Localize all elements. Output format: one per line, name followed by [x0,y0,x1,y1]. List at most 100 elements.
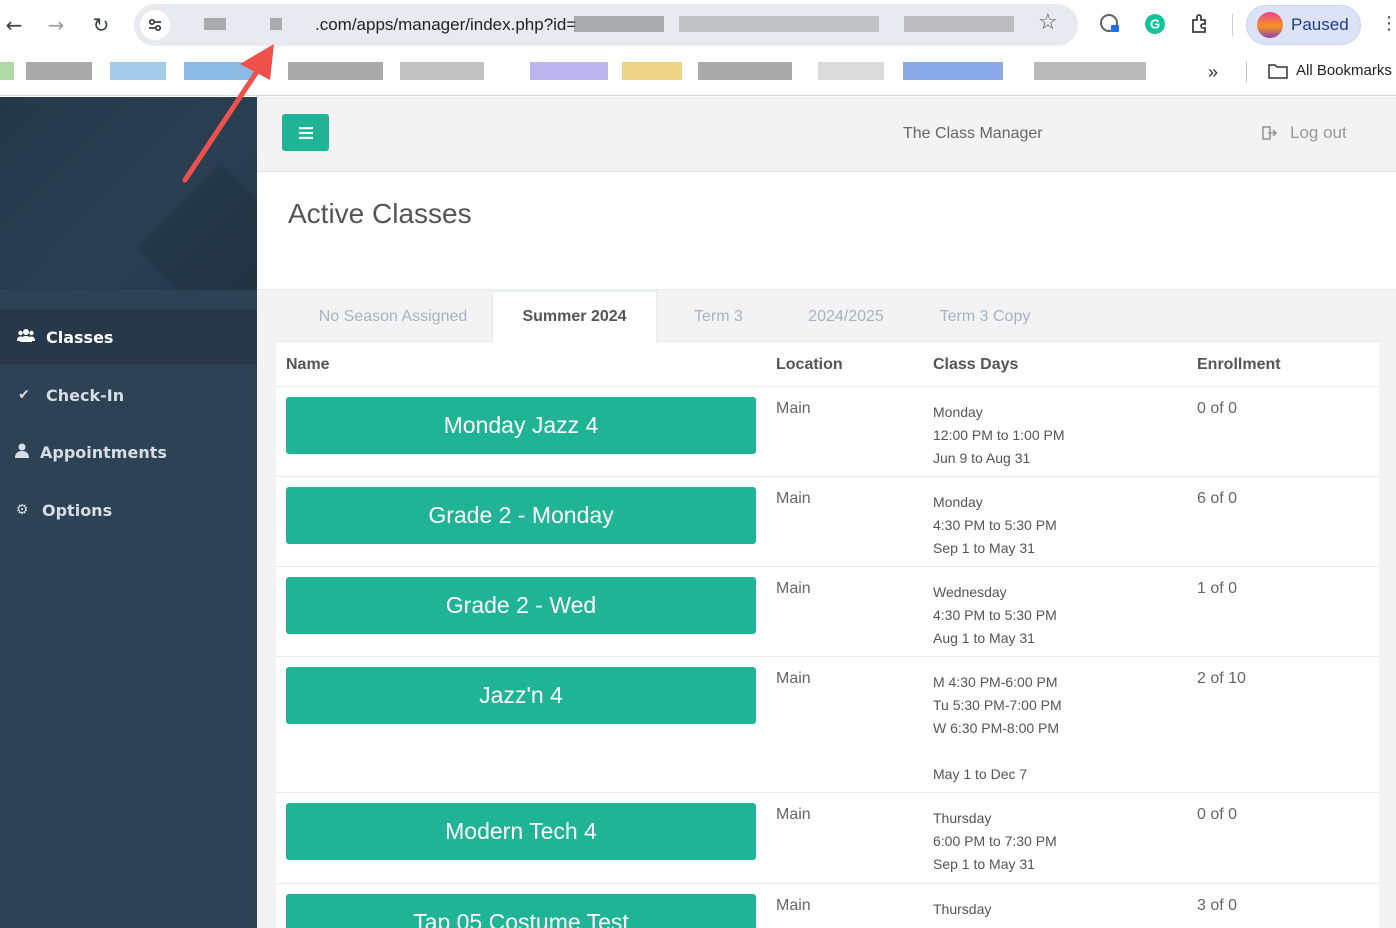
main-content: The Class Manager Log out Active Classes… [257,97,1396,928]
grammarly-icon[interactable]: G [1143,12,1167,36]
sidebar-brand-area [0,97,257,290]
class-days-cell: Monday 12:00 PM to 1:00 PM Jun 9 to Aug … [933,401,1065,470]
logout-label: Log out [1290,123,1347,142]
redacted-url-block [904,16,1014,32]
all-bookmarks-button[interactable]: All Bookmarks [1268,62,1392,79]
class-days-line: Sep 1 to May 31 [933,856,1035,872]
tab-term-3-copy[interactable]: Term 3 Copy [926,291,1044,342]
svg-text:G: G [1150,17,1160,32]
enrollment-cell: 0 of 0 [1197,806,1238,823]
sidebar-item-appointments[interactable]: Appointments [0,424,257,480]
redacted-url-block [270,18,282,30]
hamburger-icon [298,126,313,139]
class-name-button[interactable]: Monday Jazz 4 [286,397,756,454]
password-manager-icon[interactable] [1098,12,1122,36]
redacted-url-block [204,18,226,30]
site-settings-icon[interactable] [140,10,170,40]
class-days-line: 4:30 PM to 5:30 PM [933,607,1057,623]
table-header: Name Location Class Days Enrollment [276,342,1379,387]
sidebar-item-label: Options [42,500,113,520]
class-days-line: Tu 5:30 PM-7:00 PM [933,697,1062,713]
season-tabs: No Season Assigned Summer 2024 Term 3 20… [276,291,1379,342]
user-icon [12,443,32,462]
table-row: Grade 2 - Monday Main Monday 4:30 PM to … [276,477,1379,567]
bookmark-favicon[interactable] [0,62,14,80]
sidebar-item-check-in[interactable]: ✔ Check-In [0,367,257,423]
gear-icon: ⚙ [15,502,29,518]
location-cell: Main [776,580,811,597]
class-days-line: Wednesday [933,584,1007,600]
class-days-line: 4:30 PM to 5:30 PM [933,517,1057,533]
redacted-url-block [574,16,664,32]
location-cell: Main [776,897,811,914]
class-days-line: M 4:30 PM-6:00 PM [933,674,1058,690]
column-header-enrollment[interactable]: Enrollment [1197,356,1281,374]
bookmark-star-icon[interactable]: ☆ [1038,10,1058,35]
bookmark-item[interactable] [622,62,682,80]
top-navbar: The Class Manager Log out [257,97,1396,172]
tab-2024-2025[interactable]: 2024/2025 [781,291,911,342]
toolbar-divider [1232,14,1233,36]
logout-link[interactable]: Log out [1262,123,1347,143]
back-arrow-icon[interactable]: ← [0,11,28,39]
extensions-puzzle-icon[interactable] [1188,12,1212,36]
bookmark-item[interactable] [1034,62,1146,80]
more-bookmarks-chevron-icon[interactable]: » [1208,62,1218,83]
bookmark-item[interactable] [903,62,1003,80]
bookmark-item[interactable] [110,62,166,80]
browser-menu-icon[interactable]: ⋮ [1380,13,1396,34]
bookmarks-divider [1246,62,1247,82]
class-name-button[interactable]: Grade 2 - Wed [286,577,756,634]
class-days-line: 6:00 PM to 7:30 PM [933,833,1057,849]
bookmark-item[interactable] [184,62,254,80]
menu-toggle-button[interactable] [282,114,329,151]
bookmark-item[interactable] [698,62,792,80]
reload-icon[interactable]: ↻ [87,11,115,39]
sidebar-item-label: Appointments [40,442,167,462]
address-bar[interactable]: .com/apps/manager/index.php?id= ☆ [134,4,1078,46]
profile-status-label: Paused [1291,15,1349,34]
tab-summer-2024[interactable]: Summer 2024 [492,291,657,342]
bookmark-item[interactable] [26,62,92,80]
class-days-line: 12:00 PM to 1:00 PM [933,427,1065,443]
bookmark-item[interactable] [400,62,484,80]
enrollment-cell: 0 of 0 [1197,400,1238,417]
table-row: Jazz'n 4 Main M 4:30 PM-6:00 PM Tu 5:30 … [276,657,1379,793]
location-cell: Main [776,670,811,687]
table-row: Monday Jazz 4 Main Monday 12:00 PM to 1:… [276,387,1379,477]
users-icon [16,328,36,346]
tab-term-3[interactable]: Term 3 [666,291,771,342]
bookmark-item[interactable] [818,62,884,80]
class-days-line: W 6:30 PM-8:00 PM [933,720,1060,736]
profile-paused-button[interactable]: Paused [1246,5,1361,45]
class-days-line: Sep 1 to May 31 [933,540,1035,556]
sidebar-item-options[interactable]: ⚙ Options [0,482,257,538]
class-name-button[interactable]: Tap 05 Costume Test [286,894,756,928]
url-text: .com/apps/manager/index.php?id= [315,15,577,34]
bookmark-item[interactable] [288,62,383,80]
column-header-class-days[interactable]: Class Days [933,356,1018,374]
classes-table: Name Location Class Days Enrollment Mond… [276,342,1379,928]
bookmarks-bar: » All Bookmarks [0,50,1396,96]
class-name-button[interactable]: Jazz'n 4 [286,667,756,724]
sidebar-item-label: Check-In [46,385,125,405]
class-days-line: Jun 9 to Aug 31 [933,450,1031,466]
class-days-cell: Monday 4:30 PM to 5:30 PM Sep 1 to May 3… [933,491,1057,560]
profile-avatar [1257,12,1283,38]
column-header-name[interactable]: Name [286,356,330,374]
sign-out-icon [1262,126,1278,140]
column-header-location[interactable]: Location [776,356,843,374]
class-days-line: Monday [933,494,983,510]
class-days-line: Thursday [933,901,992,917]
class-name-button[interactable]: Grade 2 - Monday [286,487,756,544]
sidebar-item-classes[interactable]: Classes [0,309,257,365]
forward-arrow-icon[interactable]: → [42,11,70,39]
enrollment-cell: 3 of 0 [1197,897,1238,914]
page-heading-card: Active Classes [257,172,1396,290]
class-days-spacer [933,740,1062,763]
table-row: Tap 05 Costume Test Main Thursday 3 of 0 [276,884,1379,928]
class-name-button[interactable]: Modern Tech 4 [286,803,756,860]
bookmark-item[interactable] [530,62,608,80]
check-icon: ✔ [18,387,30,403]
tab-no-season-assigned[interactable]: No Season Assigned [294,291,492,342]
